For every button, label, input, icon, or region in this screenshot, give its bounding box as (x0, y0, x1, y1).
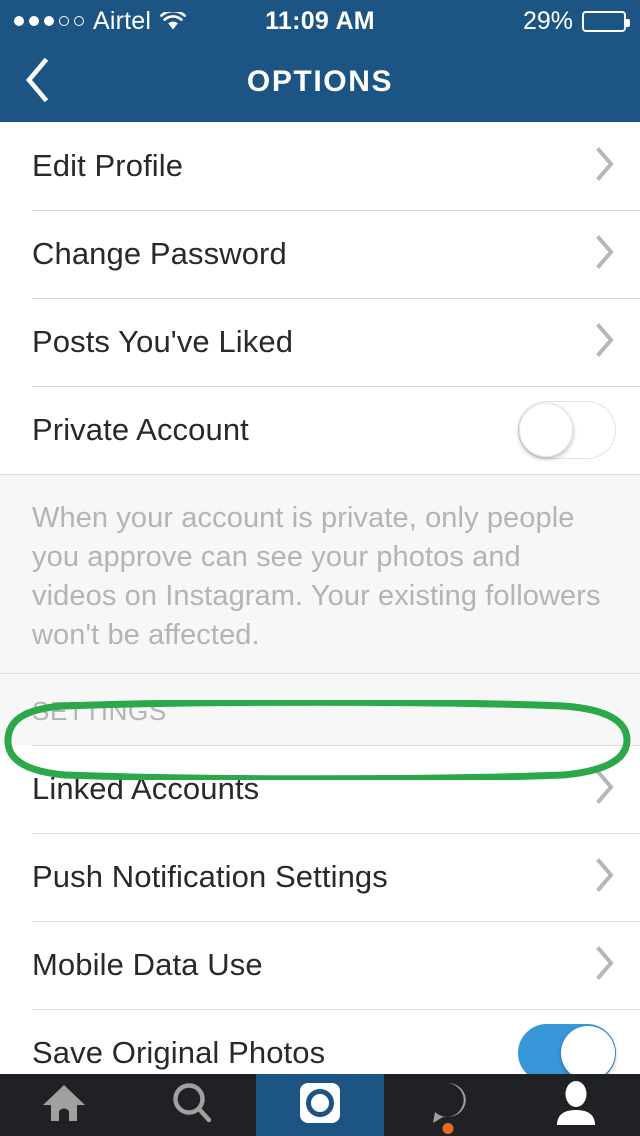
battery-percent-label: 29% (522, 6, 573, 35)
chevron-right-icon (594, 769, 616, 810)
settings-list: Edit Profile Change Password Posts You'v… (0, 122, 640, 1097)
description-text: When your account is private, only peopl… (32, 502, 601, 651)
camera-icon (296, 1079, 344, 1132)
list-item-label: Linked Accounts (32, 771, 260, 806)
list-item-change-password[interactable]: Change Password (0, 210, 640, 298)
page-title: OPTIONS (246, 65, 394, 98)
status-bar-left: Airtel (14, 6, 187, 36)
chevron-right-icon (594, 146, 616, 187)
home-icon (41, 1082, 87, 1129)
chevron-right-icon (594, 322, 616, 363)
list-item-private-account[interactable]: Private Account (0, 386, 640, 474)
toggle-knob (519, 403, 573, 457)
battery-icon (582, 10, 630, 32)
status-bar: Airtel 11:09 AM 29% (0, 0, 640, 42)
private-account-description: When your account is private, only peopl… (0, 474, 640, 674)
chevron-right-icon (594, 857, 616, 898)
toggle-knob (561, 1026, 615, 1080)
bottom-tab-bar (0, 1074, 640, 1136)
tab-activity[interactable] (384, 1074, 512, 1136)
options-screen: Airtel 11:09 AM 29% OPTIONS Edit Profile… (0, 0, 640, 1136)
activity-badge-dot (442, 1123, 454, 1134)
wifi-icon (160, 9, 187, 31)
list-item-label: Push Notification Settings (32, 859, 388, 894)
list-item-linked-accounts[interactable]: Linked Accounts (0, 745, 640, 833)
section-header-settings: SETTINGS (0, 674, 640, 745)
list-item-label: Private Account (32, 412, 249, 447)
tab-home[interactable] (0, 1074, 128, 1136)
list-item-label: Posts You've Liked (32, 324, 294, 359)
list-item-label: Mobile Data Use (32, 947, 263, 982)
private-account-toggle[interactable] (518, 401, 616, 459)
profile-icon (554, 1080, 598, 1131)
chevron-right-icon (594, 945, 616, 986)
list-item-push-notification-settings[interactable]: Push Notification Settings (0, 833, 640, 921)
list-item-mobile-data-use[interactable]: Mobile Data Use (0, 921, 640, 1009)
tab-search[interactable] (128, 1074, 256, 1136)
chevron-right-icon (594, 234, 616, 275)
search-icon (170, 1081, 214, 1130)
list-item-label: Save Original Photos (32, 1035, 326, 1070)
list-item-label: Change Password (32, 236, 287, 271)
list-item-edit-profile[interactable]: Edit Profile (0, 122, 640, 210)
tab-camera[interactable] (256, 1074, 384, 1136)
tab-profile[interactable] (512, 1074, 640, 1136)
navigation-bar: OPTIONS (0, 42, 640, 122)
list-item-label: Edit Profile (32, 148, 184, 183)
carrier-label: Airtel (93, 6, 152, 35)
list-item-posts-youve-liked[interactable]: Posts You've Liked (0, 298, 640, 386)
signal-strength-dots (14, 16, 84, 26)
status-bar-right: 29% (522, 6, 630, 36)
